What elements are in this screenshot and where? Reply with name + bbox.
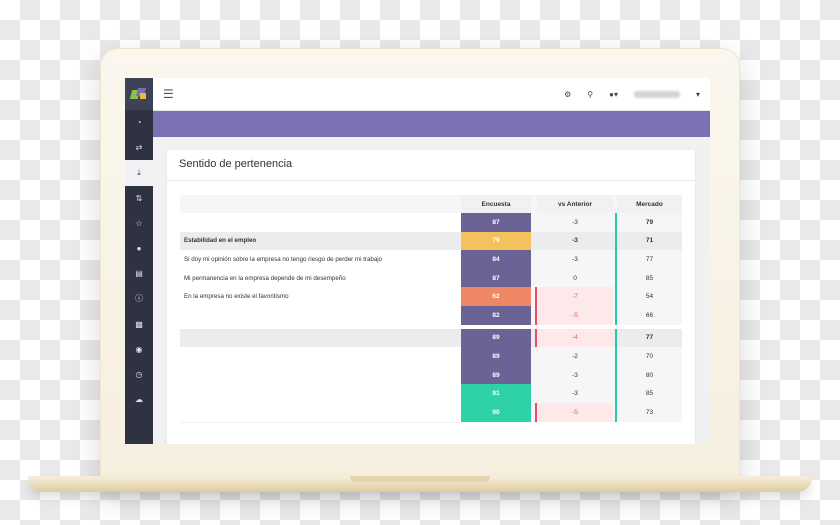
encuesta-cell: 91 — [461, 384, 531, 404]
laptop-notch — [350, 476, 490, 482]
anterior-cell: -3 — [572, 237, 578, 245]
mercado-cell: 85 — [645, 274, 654, 282]
globe-icon[interactable]: ◉ — [125, 337, 153, 362]
app-logo[interactable] — [125, 78, 153, 110]
row-label: Estabilidad en el empleo — [184, 237, 257, 245]
divider — [167, 180, 695, 181]
topbar: ☰ ⚙ ⚲ ●▾ ▾ — [153, 78, 710, 111]
header-encuesta: Encuesta — [461, 195, 531, 213]
mercado-cell: 66 — [645, 311, 654, 319]
clock-icon[interactable]: ◷ — [125, 362, 153, 387]
table-row: 91 -3 85 — [180, 384, 682, 404]
mercado-cell: 54 — [645, 293, 654, 301]
table-header: Encuesta vs Anterior Mercado — [180, 195, 682, 213]
mercado-cell: 70 — [645, 352, 654, 360]
encuesta-cell: 89 — [461, 328, 531, 349]
encuesta-cell: 89 — [461, 347, 531, 367]
menu-icon[interactable]: ☰ — [163, 87, 174, 101]
encuesta-cell: 87 — [461, 268, 531, 289]
header-band — [153, 111, 710, 137]
encuesta-cell: 84 — [461, 250, 531, 270]
mercado-cell: 77 — [645, 334, 654, 342]
download-icon[interactable]: ⤓ — [125, 160, 153, 186]
trophy-icon[interactable]: ☆ — [125, 211, 153, 236]
table-section-row: Estabilidad en el empleo 79 -3 71 — [180, 231, 682, 252]
header-mercado: Mercado — [617, 195, 682, 213]
table-row: Si doy mi opinión sobre la empresa no te… — [180, 250, 682, 270]
row-label: En la empresa no existe el favoritismo — [184, 293, 289, 301]
encuesta-cell: 87 — [461, 213, 531, 233]
table-row: En la empresa no existe el favoritismo 62… — [180, 287, 682, 307]
anterior-cell: 0 — [573, 274, 577, 282]
table-row: 90 -5 73 — [180, 402, 682, 423]
sidebar: ◔ ⇄ ⤓ ⇅ ☆ ● ▤ ⓘ ▩ ◉ ◷ ☁ — [125, 78, 153, 444]
anterior-cell: -3 — [572, 218, 578, 226]
table-row: 89 -2 70 — [180, 347, 682, 367]
search-icon[interactable]: ⚲ — [587, 90, 593, 99]
results-table: Encuesta vs Anterior Mercado 87 -3 79 Estab… — [180, 195, 682, 423]
sort-icon[interactable]: ⇅ — [125, 186, 153, 211]
app-screen: ◔ ⇄ ⤓ ⇅ ☆ ● ▤ ⓘ ▩ ◉ ◷ ☁ ☰ ⚙ ⚲ ●▾ ▾ Sentido de perte… — [125, 78, 710, 444]
table-row: 87 -3 79 — [180, 213, 682, 233]
section-title: Sentido de pertenencia — [179, 158, 293, 170]
mercado-cell: 73 — [645, 408, 654, 416]
anterior-cell: -7 — [537, 287, 613, 306]
row-label: Si doy mi opinión sobre la empresa no te… — [184, 255, 383, 263]
header-anterior: vs Anterior — [537, 195, 613, 213]
chevron-down-icon[interactable]: ▾ — [696, 90, 700, 99]
anterior-cell: -2 — [572, 352, 578, 360]
globe-dropdown-icon[interactable]: ●▾ — [609, 90, 618, 99]
cloud-icon[interactable]: ☁ — [125, 387, 153, 412]
mercado-cell: 71 — [645, 237, 654, 245]
anterior-cell: -5 — [537, 402, 613, 422]
table-row: 89 -3 80 — [180, 365, 682, 386]
settings-icon[interactable]: ⚙ — [564, 90, 571, 99]
mercado-cell: 80 — [645, 371, 654, 379]
info-icon[interactable]: ⓘ — [125, 286, 153, 311]
anterior-cell: -3 — [572, 390, 578, 398]
anterior-cell: -4 — [537, 328, 613, 348]
mercado-cell: 77 — [645, 255, 654, 263]
user-menu[interactable] — [633, 90, 680, 98]
encuesta-cell: 90 — [461, 402, 531, 423]
encuesta-cell: 89 — [461, 365, 531, 386]
mercado-cell: 85 — [645, 390, 654, 398]
mercado-cell: 79 — [645, 218, 654, 226]
encuesta-cell: 82 — [461, 305, 531, 326]
bar-chart-icon[interactable]: ▩ — [125, 312, 153, 337]
logo-mark-icon — [129, 88, 147, 100]
table-row: Mi permanencia en la empresa depende de … — [180, 268, 682, 289]
comments-icon[interactable]: ● — [125, 236, 153, 261]
results-card: Sentido de pertenencia Encuesta vs Anter… — [167, 150, 695, 444]
document-icon[interactable]: ▤ — [125, 261, 153, 286]
table-section-row: 89 -4 77 — [180, 328, 682, 349]
topbar-actions: ⚙ ⚲ ●▾ ▾ — [564, 90, 700, 99]
anterior-cell: -3 — [572, 371, 578, 379]
sidebar-items: ◔ ⇄ ⤓ ⇅ ☆ ● ▤ ⓘ ▩ ◉ ◷ ☁ — [125, 110, 153, 412]
pie-chart-icon[interactable]: ◔ — [125, 110, 153, 135]
anterior-cell: -5 — [537, 305, 613, 325]
table-row: 82 -5 66 — [180, 305, 682, 326]
anterior-cell: -3 — [572, 255, 578, 263]
encuesta-cell: 79 — [461, 231, 531, 252]
row-label: Mi permanencia en la empresa depende de … — [184, 274, 346, 282]
encuesta-cell: 62 — [461, 287, 531, 307]
swap-icon[interactable]: ⇄ — [125, 135, 153, 160]
